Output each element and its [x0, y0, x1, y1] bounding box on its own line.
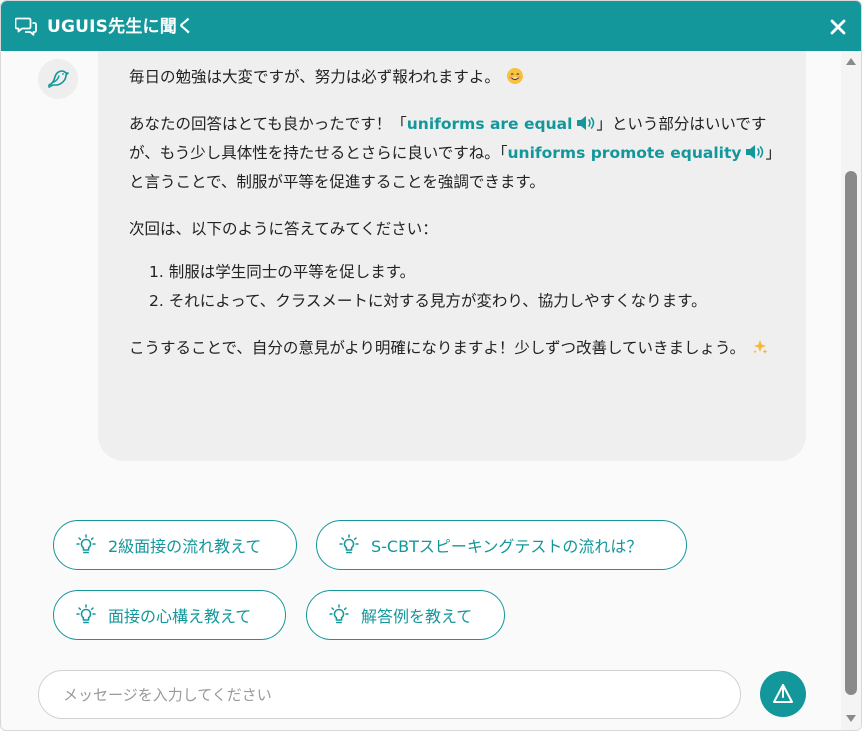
chat-messages[interactable]: 毎日の勉強は大変ですが、努力は必ず報われますよ。 あなたの回答はとても良かったで… — [1, 51, 841, 661]
speaker-icon[interactable] — [745, 144, 765, 160]
sparkles-emoji — [753, 340, 768, 354]
vertical-scrollbar[interactable] — [841, 51, 861, 730]
send-button[interactable] — [760, 671, 806, 717]
highlighted-phrase[interactable]: uniforms are equal — [407, 115, 573, 133]
suggestion-chip[interactable]: 2級面接の流れ教えて — [53, 520, 297, 570]
lightbulb-icon — [76, 534, 96, 554]
message-text: あなたの回答はとても良かったです！「 — [129, 115, 407, 133]
message-input[interactable] — [38, 670, 741, 719]
list-item: 1. 制服は学生同士の平等を促します。 — [149, 263, 416, 281]
suggestion-chip[interactable]: 解答例を教えて — [306, 590, 505, 640]
highlighted-phrase[interactable]: uniforms promote equality — [508, 144, 742, 162]
smiling-face-emoji — [506, 68, 523, 84]
message-paragraph: あなたの回答はとても良かったです！「uniforms are equal 」という… — [129, 110, 774, 197]
chat-bubbles-icon — [15, 17, 37, 36]
header-title: UGUIS先生に聞く — [47, 17, 195, 37]
suggestion-chip[interactable]: S-CBTスピーキングテストの流れは？ — [316, 520, 687, 570]
scroll-down-arrow[interactable] — [846, 715, 856, 722]
suggestion-label: 解答例を教えて — [361, 607, 473, 626]
message-paragraph: こうすることで、自分の意見がより明確になりますよ！少しずつ改善していきましょう。 — [129, 334, 774, 363]
lightbulb-icon — [329, 604, 349, 624]
scroll-up-arrow[interactable] — [846, 58, 856, 65]
list-item: 2. それによって、クラスメートに対する見方が変わり、協力しやすくなります。 — [149, 292, 707, 310]
suggestion-label: 面接の心構え教えて — [108, 607, 252, 626]
message-paragraph: 次回は、以下のように答えてみてください： — [129, 220, 438, 238]
speaker-icon[interactable] — [576, 115, 596, 131]
scrollbar-thumb[interactable] — [845, 171, 857, 695]
lightbulb-icon — [76, 604, 96, 624]
close-icon[interactable] — [827, 16, 849, 38]
chat-window: UGUIS先生に聞く 毎日の勉強は大変ですが、努力は必ず報われますよ。 あなたの… — [0, 0, 862, 731]
composer — [1, 661, 841, 730]
chat-header: UGUIS先生に聞く — [1, 1, 861, 51]
message-text: こうすることで、自分の意見がより明確になりますよ！少しずつ改善していきましょう。 — [129, 339, 746, 357]
assistant-message-bubble: 毎日の勉強は大変ですが、努力は必ず報われますよ。 あなたの回答はとても良かったで… — [98, 51, 806, 461]
message-text: 毎日の勉強は大変ですが、努力は必ず報われますよ。 — [129, 68, 500, 86]
send-icon — [773, 684, 793, 703]
suggestion-label: 2級面接の流れ教えて — [108, 537, 262, 556]
answer-list: 1. 制服は学生同士の平等を促します。 2. それによって、クラスメートに対する… — [149, 258, 774, 316]
bird-icon — [48, 70, 69, 88]
lightbulb-icon — [339, 534, 359, 554]
suggestion-label: S-CBTスピーキングテストの流れは？ — [371, 537, 643, 556]
suggestion-chip[interactable]: 面接の心構え教えて — [53, 590, 286, 640]
message-paragraph: 毎日の勉強は大変ですが、努力は必ず報われますよ。 — [129, 63, 774, 92]
assistant-avatar — [38, 59, 78, 99]
